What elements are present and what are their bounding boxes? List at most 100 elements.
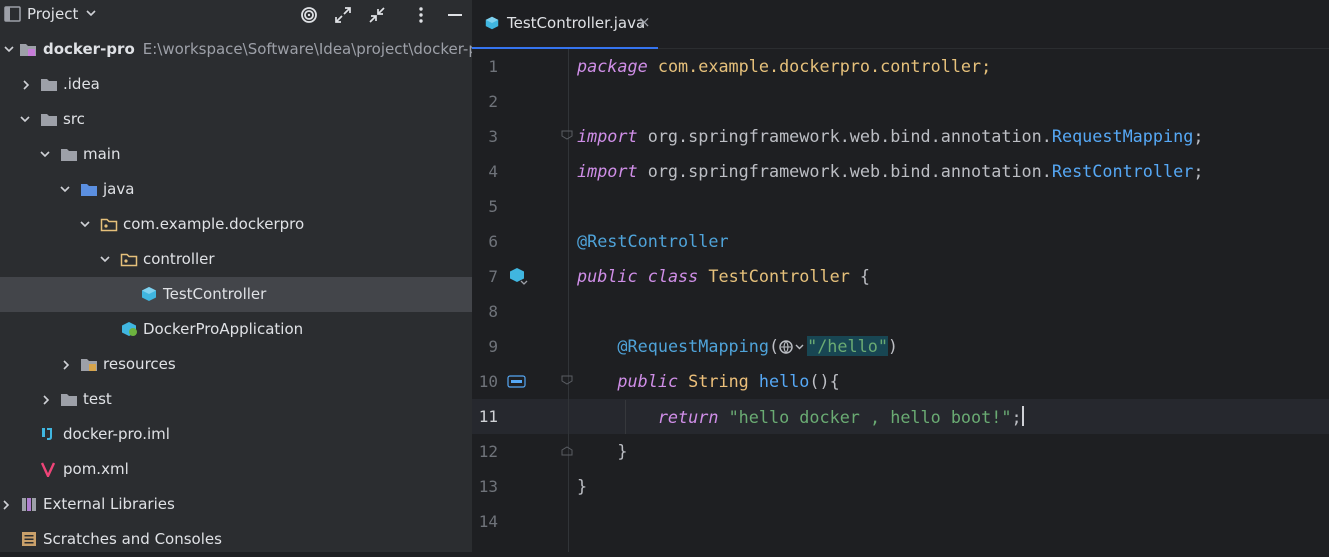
semicolon: ;	[1193, 126, 1204, 146]
code-line-6: @RestController	[577, 231, 729, 251]
spring-bean-gutter-icon[interactable]	[508, 267, 528, 287]
tree-item-label: TestController	[163, 285, 267, 303]
folder-icon	[41, 114, 57, 126]
folder-icon	[41, 79, 57, 91]
collapse-all-icon[interactable]	[366, 4, 388, 26]
tree-item-label: pom.xml	[63, 460, 129, 478]
tree-item-controller[interactable]: controller	[0, 242, 472, 277]
tree-item-label: src	[63, 110, 85, 128]
more-options-icon[interactable]	[410, 4, 432, 26]
line-number-current: 11	[478, 407, 498, 426]
project-panel: Project docker-pro E:\workspace\Software\…	[0, 0, 493, 552]
chevron-down-icon[interactable]	[85, 8, 97, 18]
keyword: return	[657, 407, 719, 427]
code-line-13: }	[577, 476, 587, 496]
fold-icon[interactable]	[561, 375, 573, 385]
tree-item-label: .idea	[63, 75, 100, 93]
intellij-module-file-icon	[42, 428, 52, 440]
tree-item-package[interactable]: com.example.dockerpro	[0, 207, 472, 242]
project-path: E:\workspace\Software\Idea\project\docke…	[142, 40, 493, 58]
project-panel-title[interactable]: Project	[27, 5, 78, 23]
code-line-4: import org.springframework.web.bind.anno…	[577, 161, 1203, 181]
keyword: import	[577, 126, 638, 146]
tree-item-label: docker-pro	[43, 40, 135, 58]
import-class: RestController	[1051, 161, 1194, 181]
tree-item-iml[interactable]: docker-pro.iml	[0, 417, 472, 452]
chevron-right-icon[interactable]	[21, 79, 31, 91]
ide-window: Project docker-pro E:\workspace\Software\…	[0, 0, 1329, 552]
tree-item-label: DockerProApplication	[143, 320, 304, 338]
chevron-down-icon[interactable]	[79, 219, 91, 229]
class-name: TestController	[708, 266, 850, 286]
tree-item-src[interactable]: src	[0, 102, 472, 137]
web-endpoint-icon[interactable]	[779, 339, 807, 355]
tab-testcontroller[interactable]: TestController.java ×	[472, 0, 658, 49]
project-icon	[4, 6, 21, 22]
tree-item-docker-pro[interactable]: docker-pro E:\workspace\Software\Idea\pro…	[0, 32, 493, 67]
module-folder-icon	[20, 44, 36, 56]
tree-item-label: resources	[103, 355, 176, 373]
resources-folder-icon	[81, 359, 97, 371]
string-literal: "/hello"	[807, 336, 888, 356]
tree-item-label: External Libraries	[43, 495, 175, 513]
tree-item-testcontroller[interactable]: TestController	[0, 277, 472, 312]
line-number: 5	[488, 197, 498, 216]
tree-item-java[interactable]: java	[0, 172, 472, 207]
tree-item-pom[interactable]: pom.xml	[0, 452, 472, 487]
code-line-9: @RequestMapping("/hello")	[577, 336, 898, 356]
code-line-1: package com.example.dockerpro.controller…	[577, 56, 991, 76]
tree-item-main[interactable]: main	[0, 137, 472, 172]
maven-icon	[40, 462, 56, 477]
tree-item-idea[interactable]: .idea	[0, 67, 472, 102]
chevron-down-icon[interactable]	[19, 114, 31, 124]
code-editor[interactable]: TestController.java × 1 2 3 4 5 6 7 8 9 …	[472, 0, 1329, 552]
tree-item-label: Scratches and Consoles	[43, 530, 222, 548]
line-number: 10	[478, 372, 498, 391]
api-endpoint-gutter-icon[interactable]	[507, 375, 527, 389]
tree-item-resources[interactable]: resources	[0, 347, 472, 382]
chevron-right-icon[interactable]	[1, 499, 11, 511]
close-icon[interactable]: ×	[638, 13, 651, 31]
line-number: 4	[488, 162, 498, 181]
source-folder-icon	[81, 184, 97, 196]
paren: (	[768, 336, 780, 356]
java-class-icon	[485, 16, 499, 30]
tree-item-label: java	[103, 180, 135, 198]
keyword: class	[647, 266, 699, 286]
keyword: import	[577, 161, 638, 181]
paren: )	[887, 336, 899, 356]
keyword: public	[577, 266, 638, 286]
folder-icon	[61, 394, 77, 406]
tree-item-label: controller	[143, 250, 215, 268]
line-number: 9	[488, 337, 498, 356]
type-name: String	[688, 371, 749, 391]
tree-item-label: test	[83, 390, 112, 408]
tree-item-test[interactable]: test	[0, 382, 472, 417]
chevron-right-icon[interactable]	[41, 394, 51, 406]
chevron-down-icon[interactable]	[99, 254, 111, 264]
package-icon	[120, 253, 138, 267]
keyword: package	[577, 56, 648, 76]
string-literal: "hello docker , hello boot!"	[728, 407, 1012, 427]
code-line-3: import org.springframework.web.bind.anno…	[577, 126, 1203, 146]
chevron-down-icon[interactable]	[39, 149, 51, 159]
line-number: 7	[488, 267, 498, 286]
minimize-icon[interactable]	[444, 4, 466, 26]
chevron-down-icon[interactable]	[59, 184, 71, 194]
tree-item-dockerproapplication[interactable]: DockerProApplication	[0, 312, 472, 347]
import-path: org.springframework.web.bind.annotation.	[637, 161, 1052, 181]
expand-all-icon[interactable]	[332, 4, 354, 26]
line-number: 14	[478, 512, 498, 531]
keyword: public	[617, 371, 679, 391]
line-number: 2	[488, 92, 498, 111]
fold-icon[interactable]	[561, 446, 573, 456]
tab-label: TestController.java	[507, 14, 646, 32]
fold-icon[interactable]	[561, 130, 573, 140]
target-icon[interactable]	[298, 4, 320, 26]
line-number: 8	[488, 302, 498, 321]
tree-item-external-libraries[interactable]: External Libraries	[0, 487, 472, 522]
import-path: org.springframework.web.bind.annotation.	[637, 126, 1052, 146]
chevron-right-icon[interactable]	[61, 359, 71, 371]
package-name: com.example.dockerpro.controller;	[647, 56, 992, 76]
chevron-down-icon[interactable]	[3, 44, 15, 54]
